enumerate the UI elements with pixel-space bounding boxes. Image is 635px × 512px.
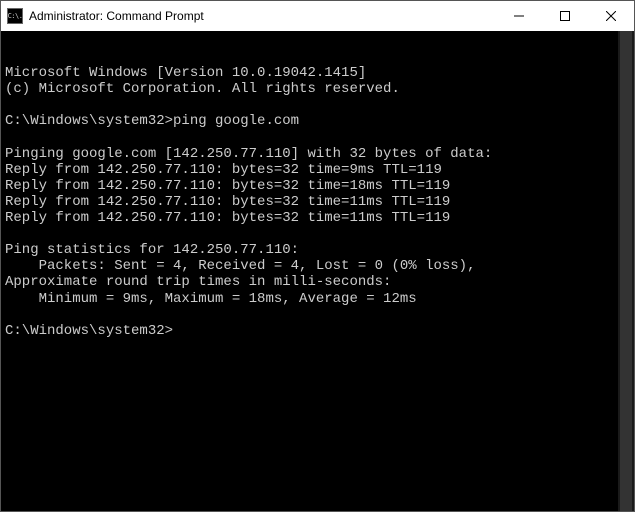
terminal-line: Approximate round trip times in milli-se…: [5, 274, 630, 290]
scrollbar[interactable]: [618, 31, 634, 511]
window-controls: [496, 1, 634, 31]
terminal-line: Microsoft Windows [Version 10.0.19042.14…: [5, 65, 630, 81]
terminal-line: C:\Windows\system32>: [5, 323, 630, 339]
terminal-line: (c) Microsoft Corporation. All rights re…: [5, 81, 630, 97]
maximize-icon: [560, 11, 570, 21]
terminal-line: C:\Windows\system32>ping google.com: [5, 113, 630, 129]
terminal-line: Packets: Sent = 4, Received = 4, Lost = …: [5, 258, 630, 274]
app-icon-text: C:\.: [8, 13, 23, 20]
terminal-line: Pinging google.com [142.250.77.110] with…: [5, 146, 630, 162]
window-title: Administrator: Command Prompt: [29, 9, 496, 23]
terminal-line: Reply from 142.250.77.110: bytes=32 time…: [5, 210, 630, 226]
terminal-line: [5, 226, 630, 242]
terminal-line: [5, 97, 630, 113]
maximize-button[interactable]: [542, 1, 588, 31]
close-icon: [606, 11, 616, 21]
terminal-line: Reply from 142.250.77.110: bytes=32 time…: [5, 162, 630, 178]
titlebar[interactable]: C:\. Administrator: Command Prompt: [1, 1, 634, 31]
terminal-line: [5, 130, 630, 146]
terminal-line: Reply from 142.250.77.110: bytes=32 time…: [5, 194, 630, 210]
terminal-line: Reply from 142.250.77.110: bytes=32 time…: [5, 178, 630, 194]
terminal-line: Minimum = 9ms, Maximum = 18ms, Average =…: [5, 291, 630, 307]
terminal-line: Ping statistics for 142.250.77.110:: [5, 242, 630, 258]
terminal-line: [5, 307, 630, 323]
terminal-content: Microsoft Windows [Version 10.0.19042.14…: [5, 65, 630, 339]
terminal-output[interactable]: Microsoft Windows [Version 10.0.19042.14…: [1, 31, 634, 511]
close-button[interactable]: [588, 1, 634, 31]
app-icon: C:\.: [7, 8, 23, 24]
command-prompt-window: C:\. Administrator: Command Prompt Micro…: [0, 0, 635, 512]
minimize-icon: [514, 11, 524, 21]
minimize-button[interactable]: [496, 1, 542, 31]
scrollbar-thumb[interactable]: [620, 31, 632, 511]
